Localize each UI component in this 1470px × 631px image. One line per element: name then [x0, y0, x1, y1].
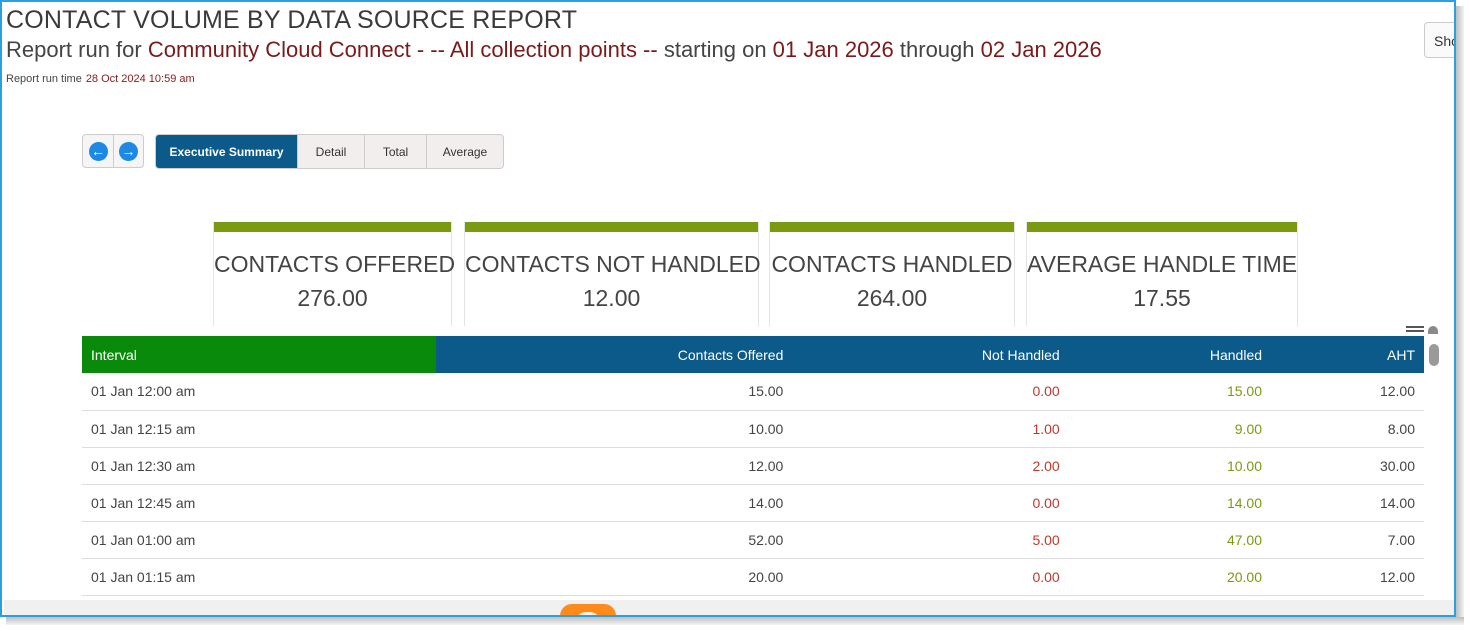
- cell-aht: 12.00: [1271, 373, 1424, 411]
- interval-table-container: Interval Contacts Offered Not Handled Ha…: [82, 336, 1424, 596]
- kpi-accent-bar: [214, 222, 451, 232]
- kpi-card-contacts-handled: CONTACTS HANDLED 264.00: [769, 222, 1015, 326]
- run-time-label: Report run time: [6, 73, 82, 85]
- end-date: 02 Jan 2026: [980, 37, 1102, 62]
- cell-contacts-offered: 52.00: [436, 521, 793, 559]
- kpi-card-contacts-not-handled: CONTACTS NOT HANDLED 12.00: [464, 222, 761, 326]
- tab-average[interactable]: Average: [426, 135, 503, 168]
- table-row: 01 Jan 01:00 am 52.00 5.00 47.00 7.00: [82, 521, 1424, 559]
- cell-handled: 14.00: [1068, 484, 1272, 522]
- cell-aht: 7.00: [1271, 521, 1424, 559]
- cell-contacts-offered: 20.00: [436, 558, 793, 596]
- report-frame: CONTACT VOLUME BY DATA SOURCE REPORT Rep…: [0, 0, 1456, 617]
- tab-detail[interactable]: Detail: [297, 135, 364, 168]
- run-time-value: 28 Oct 2024 10:59 am: [85, 73, 195, 85]
- collection-points: - -- All collection points --: [410, 37, 664, 62]
- report-subtitle: Report run for Community Cloud Connect -…: [6, 37, 1102, 63]
- column-header-contacts-offered[interactable]: Contacts Offered: [436, 336, 793, 373]
- cell-not-handled: 0.00: [792, 484, 1069, 522]
- chat-launcher-tab[interactable]: [560, 604, 616, 615]
- report-run-time: Report run time 28 Oct 2024 10:59 am: [6, 73, 195, 85]
- cell-interval: 01 Jan 12:00 am: [82, 373, 436, 411]
- cell-contacts-offered: 10.00: [436, 410, 793, 448]
- kpi-value: 276.00: [297, 285, 368, 311]
- cell-interval: 01 Jan 01:00 am: [82, 521, 436, 559]
- cell-contacts-offered: 12.00: [436, 447, 793, 485]
- column-header-handled[interactable]: Handled: [1068, 336, 1272, 373]
- report-view-tabs: Executive Summary Detail Total Average: [155, 134, 504, 169]
- cell-aht: 12.00: [1271, 558, 1424, 596]
- column-header-not-handled[interactable]: Not Handled: [792, 336, 1069, 373]
- kpi-label: CONTACTS OFFERED: [214, 251, 456, 277]
- hamburger-menu-icon[interactable]: [1406, 326, 1424, 336]
- column-header-interval[interactable]: Interval: [82, 336, 436, 373]
- start-date: 01 Jan 2026: [772, 37, 894, 62]
- cell-handled: 15.00: [1068, 373, 1272, 411]
- kpi-value: 264.00: [856, 285, 928, 311]
- interval-table: Interval Contacts Offered Not Handled Ha…: [82, 336, 1424, 596]
- nav-button-group: ← →: [82, 134, 144, 168]
- kpi-label: AVERAGE HANDLE TIME: [1027, 251, 1298, 277]
- table-row: 01 Jan 12:30 am 12.00 2.00 10.00 30.00: [82, 447, 1424, 485]
- column-header-aht[interactable]: AHT: [1271, 336, 1424, 373]
- kpi-value: 17.55: [1133, 285, 1191, 311]
- kpi-accent-bar: [770, 222, 1014, 232]
- cell-handled: 47.00: [1068, 521, 1272, 559]
- cell-contacts-offered: 14.00: [436, 484, 793, 522]
- table-row: 01 Jan 12:00 am 15.00 0.00 15.00 12.00: [82, 373, 1424, 411]
- circle-arrow-left-icon: ←: [88, 141, 108, 161]
- kpi-card-average-handle-time: AVERAGE HANDLE TIME 17.55: [1026, 222, 1298, 326]
- circle-arrow-right-icon: →: [119, 141, 138, 161]
- cell-handled: 20.00: [1068, 558, 1272, 596]
- cell-interval: 01 Jan 12:30 am: [82, 447, 436, 485]
- cell-handled: 9.00: [1068, 410, 1272, 448]
- scrollbar-thumb[interactable]: [1429, 344, 1439, 366]
- next-button[interactable]: →: [113, 135, 143, 167]
- subtitle-prefix: Report run for: [6, 37, 148, 62]
- frame-shadow-right: [1456, 6, 1464, 623]
- table-header-row: Interval Contacts Offered Not Handled Ha…: [82, 336, 1424, 373]
- cell-contacts-offered: 15.00: [436, 373, 793, 411]
- cell-aht: 30.00: [1271, 447, 1424, 485]
- starting-text: starting on: [663, 37, 773, 62]
- tab-total[interactable]: Total: [364, 135, 426, 168]
- tab-executive-summary[interactable]: Executive Summary: [156, 135, 297, 168]
- cell-handled: 10.00: [1068, 447, 1272, 485]
- prev-button[interactable]: ←: [83, 135, 113, 167]
- kpi-label: CONTACTS NOT HANDLED: [465, 251, 761, 277]
- cell-interval: 01 Jan 01:15 am: [82, 558, 436, 596]
- chat-bubble-icon: [576, 612, 600, 615]
- table-row: 01 Jan 12:45 am 14.00 0.00 14.00 14.00: [82, 484, 1424, 522]
- table-row: 01 Jan 01:15 am 20.00 0.00 20.00 12.00: [82, 558, 1424, 596]
- show-button[interactable]: Show: [1424, 22, 1454, 58]
- cell-not-handled: 1.00: [792, 410, 1069, 448]
- footer-band: [4, 600, 1454, 615]
- cell-interval: 01 Jan 12:15 am: [82, 410, 436, 448]
- cell-not-handled: 2.00: [792, 447, 1069, 485]
- kpi-accent-bar: [1027, 222, 1297, 232]
- kpi-card-contacts-offered: CONTACTS OFFERED 276.00: [213, 222, 456, 326]
- data-source-name: Community Cloud Connect: [147, 37, 411, 62]
- table-row: 01 Jan 12:15 am 10.00 1.00 9.00 8.00: [82, 410, 1424, 448]
- cell-not-handled: 0.00: [792, 373, 1069, 411]
- table-scrollbar[interactable]: [1426, 336, 1440, 598]
- report-title: CONTACT VOLUME BY DATA SOURCE REPORT: [6, 6, 578, 34]
- cell-aht: 14.00: [1271, 484, 1424, 522]
- scroll-up-arrow[interactable]: [1428, 326, 1438, 334]
- cell-not-handled: 5.00: [792, 521, 1069, 559]
- kpi-value: 12.00: [582, 285, 641, 311]
- cell-aht: 8.00: [1271, 410, 1424, 448]
- kpi-accent-bar: [465, 222, 758, 232]
- cell-not-handled: 0.00: [792, 558, 1069, 596]
- cell-interval: 01 Jan 12:45 am: [82, 484, 436, 522]
- through-text: through: [893, 37, 981, 62]
- kpi-label: CONTACTS HANDLED: [771, 251, 1013, 277]
- frame-shadow-bottom: [6, 617, 1464, 625]
